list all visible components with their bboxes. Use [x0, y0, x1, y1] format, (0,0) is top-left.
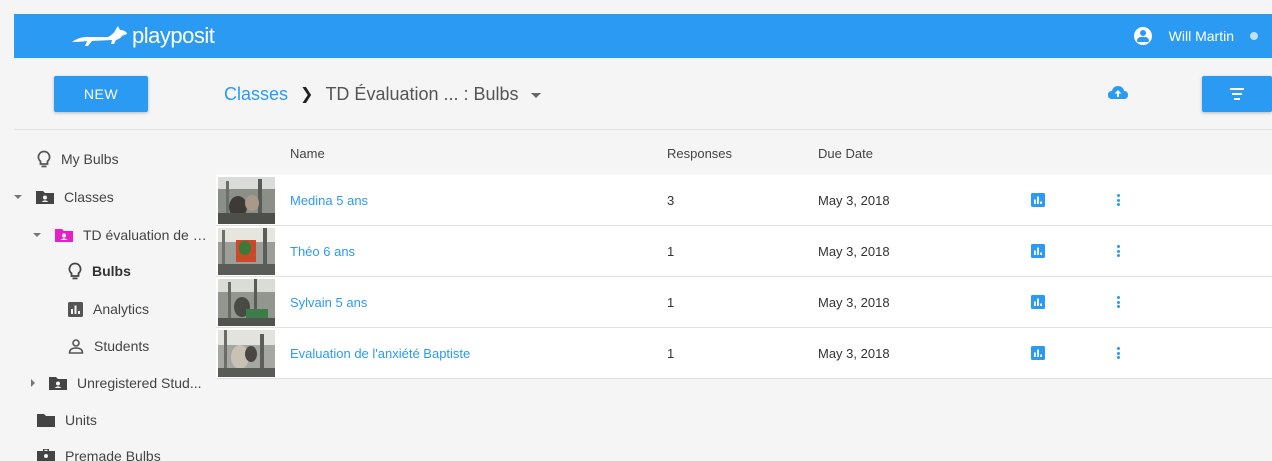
person-icon — [68, 338, 84, 354]
bulb-title-link[interactable]: Medina 5 ans — [290, 193, 368, 208]
caret-down-icon[interactable] — [14, 195, 22, 199]
table-row[interactable]: Evaluation de l'anxiété Baptiste 1 May 3… — [216, 328, 1272, 379]
bulb-title-link[interactable]: Théo 6 ans — [290, 244, 355, 259]
table-header: Name Responses Due Date — [216, 131, 1272, 175]
dog-logo-icon — [72, 26, 127, 46]
sidebar-item-label: My Bulbs — [61, 151, 119, 167]
cloud-upload-icon[interactable] — [1107, 84, 1129, 102]
analytics-icon[interactable] — [1031, 244, 1045, 258]
responses-count: 1 — [667, 244, 675, 259]
sidebar-item-label: Analytics — [93, 301, 150, 317]
sidebar-item-analytics[interactable]: Analytics — [68, 291, 149, 327]
sidebar-item-label: Units — [65, 412, 97, 428]
column-header-due-date[interactable]: Due Date — [818, 146, 873, 161]
video-thumbnail[interactable] — [218, 177, 275, 224]
breadcrumb-classes-link[interactable]: Classes — [224, 84, 288, 105]
logo-text: playposit — [132, 23, 215, 48]
status-dot — [1250, 32, 1258, 40]
due-date: May 3, 2018 — [818, 295, 890, 310]
video-thumbnail[interactable] — [218, 279, 275, 326]
video-thumbnail[interactable] — [218, 228, 275, 275]
caret-right-icon[interactable] — [31, 379, 35, 387]
more-vert-icon[interactable] — [1113, 192, 1123, 208]
user-name: Will Martin — [1168, 28, 1234, 44]
due-date: May 3, 2018 — [818, 193, 890, 208]
analytics-icon[interactable] — [1031, 193, 1045, 207]
sidebar-item-label: Unregistered Stud... — [77, 375, 202, 391]
sidebar-item-unregistered[interactable]: Unregistered Stud... — [31, 365, 202, 401]
lightbulb-icon — [68, 262, 82, 280]
sidebar-item-label: Premade Bulbs — [65, 448, 161, 461]
new-button[interactable]: NEW — [54, 76, 148, 112]
table-row[interactable]: Théo 6 ans 1 May 3, 2018 — [216, 226, 1272, 277]
sidebar-item-td-evaluation[interactable]: TD évaluation de l'... — [33, 217, 208, 253]
caret-down-icon[interactable] — [33, 233, 41, 237]
table-row[interactable]: Medina 5 ans 3 May 3, 2018 — [216, 175, 1272, 226]
account-circle-icon — [1133, 27, 1152, 45]
analytics-icon[interactable] — [1031, 346, 1045, 360]
sidebar-item-students[interactable]: Students — [68, 328, 149, 364]
chevron-down-icon[interactable] — [530, 92, 541, 98]
more-vert-icon[interactable] — [1113, 294, 1123, 310]
class-folder-icon — [36, 191, 54, 204]
sidebar-item-units[interactable]: Units — [37, 402, 97, 438]
briefcase-icon — [37, 449, 55, 461]
chevron-right-icon: ❯ — [300, 86, 314, 103]
class-folder-icon — [55, 229, 73, 242]
column-header-name[interactable]: Name — [290, 146, 325, 161]
lightbulb-icon — [37, 150, 51, 168]
video-thumbnail[interactable] — [218, 330, 275, 377]
responses-count: 3 — [667, 193, 675, 208]
sidebar-item-premade-bulbs[interactable]: Premade Bulbs — [37, 438, 161, 461]
sidebar-item-my-bulbs[interactable]: My Bulbs — [37, 141, 119, 177]
more-vert-icon[interactable] — [1113, 243, 1123, 259]
top-bar: playposit Will Martin — [14, 14, 1272, 58]
user-menu[interactable]: Will Martin — [1133, 14, 1258, 58]
sidebar-item-classes[interactable]: Classes — [14, 179, 114, 215]
subheader: NEW Classes ❯ TD Évaluation ... : Bulbs — [14, 58, 1272, 130]
analytics-icon — [68, 301, 83, 317]
filter-icon — [1230, 88, 1244, 90]
more-vert-icon[interactable] — [1113, 345, 1123, 361]
filter-icon-line — [1232, 93, 1242, 95]
bulb-title-link[interactable]: Sylvain 5 ans — [290, 295, 367, 310]
filter-icon-line — [1234, 98, 1240, 100]
sidebar-item-label: Bulbs — [92, 263, 131, 279]
table-row[interactable]: Sylvain 5 ans 1 May 3, 2018 — [216, 277, 1272, 328]
bulb-title-link[interactable]: Evaluation de l'anxiété Baptiste — [290, 346, 470, 361]
sidebar-item-label: Students — [94, 338, 150, 354]
due-date: May 3, 2018 — [818, 244, 890, 259]
breadcrumb: Classes ❯ TD Évaluation ... : Bulbs — [224, 58, 541, 130]
sidebar: My Bulbs Classes TD évaluation de l'... … — [0, 131, 210, 461]
sidebar-item-label: TD évaluation de l'... — [83, 227, 208, 243]
due-date: May 3, 2018 — [818, 346, 890, 361]
playposit-logo[interactable]: playposit — [70, 20, 215, 52]
folder-icon — [37, 414, 55, 427]
class-folder-icon — [49, 377, 67, 390]
column-header-responses[interactable]: Responses — [667, 146, 732, 161]
responses-count: 1 — [667, 346, 675, 361]
responses-count: 1 — [667, 295, 675, 310]
analytics-icon[interactable] — [1031, 295, 1045, 309]
breadcrumb-current[interactable]: TD Évaluation ... : Bulbs — [325, 84, 518, 105]
sidebar-item-bulbs[interactable]: Bulbs — [68, 253, 131, 289]
sidebar-item-label: Classes — [64, 189, 114, 205]
filter-button[interactable] — [1202, 76, 1272, 112]
bulbs-table: Name Responses Due Date Medina 5 ans 3 M… — [216, 131, 1272, 379]
